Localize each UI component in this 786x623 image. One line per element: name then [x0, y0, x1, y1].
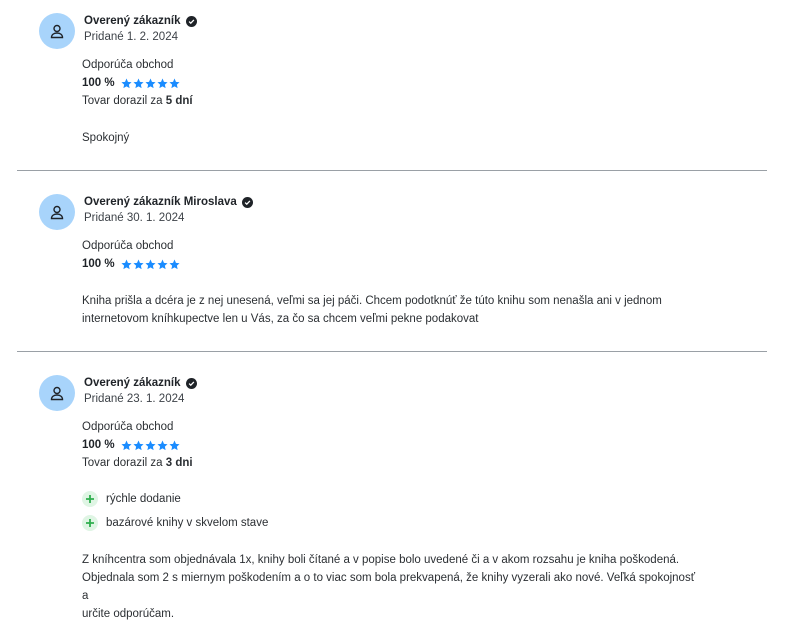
star-icon — [121, 78, 132, 88]
review-text: Z kníhcentra som objednávala 1x, knihy b… — [82, 551, 702, 623]
user-icon — [50, 386, 64, 401]
plus-icon — [82, 515, 98, 531]
star-icon — [157, 259, 168, 269]
recommend-percent: 100 % — [82, 258, 115, 270]
divider — [17, 351, 767, 352]
review-date: Pridané 23. 1. 2024 — [84, 393, 185, 405]
review-date: Pridané 30. 1. 2024 — [84, 212, 185, 224]
star-icon — [133, 78, 144, 88]
review-text: Kniha prišla a dcéra je z nej unesená, v… — [82, 292, 702, 328]
star-rating — [121, 440, 180, 451]
delivery-info: Tovar dorazil za 3 dni — [82, 457, 193, 469]
avatar — [39, 194, 75, 230]
recommend-label: Odporúča obchod — [82, 240, 174, 252]
review-text: Spokojný — [82, 132, 130, 144]
star-icon — [121, 259, 132, 269]
star-icon — [145, 259, 156, 269]
star-icon — [169, 440, 180, 450]
star-icon — [133, 440, 144, 450]
avatar — [39, 375, 75, 411]
verified-check-icon — [185, 15, 197, 27]
delivery-days: 5 dní — [165, 95, 193, 107]
star-icon — [121, 440, 132, 450]
pro-item: bazárové knihy v skvelom stave — [82, 515, 268, 531]
star-icon — [157, 78, 168, 88]
divider — [17, 170, 767, 171]
verified-check-icon — [241, 196, 253, 208]
reviewer-name: Overený zákazník — [84, 15, 181, 27]
star-icon — [145, 440, 156, 450]
star-rating — [121, 78, 180, 89]
recommend-label: Odporúča obchod — [82, 59, 174, 71]
delivery-prefix: Tovar dorazil za — [82, 457, 166, 469]
plus-icon — [82, 491, 98, 507]
review-text-line: Z kníhcentra som objednávala 1x, knihy b… — [82, 554, 680, 566]
star-icon — [157, 440, 168, 450]
star-icon — [133, 259, 144, 269]
recommend-label: Odporúča obchod — [82, 421, 174, 433]
star-icon — [169, 78, 180, 88]
review-text-line: určite odporúčam. — [82, 608, 175, 620]
avatar — [39, 13, 75, 49]
review-date: Pridané 1. 2. 2024 — [84, 31, 178, 43]
recommend-percent: 100 % — [82, 77, 115, 89]
delivery-info: Tovar dorazil za 5 dní — [82, 95, 193, 107]
delivery-days: 3 dni — [165, 457, 193, 469]
star-icon — [169, 259, 180, 269]
reviewer-name: Overený zákazník Miroslava — [84, 196, 237, 208]
pro-item: rýchle dodanie — [82, 491, 181, 507]
pro-label: rýchle dodanie — [106, 493, 181, 505]
user-icon — [50, 205, 64, 220]
star-icon — [145, 78, 156, 88]
user-icon — [50, 24, 64, 39]
review-text-line: internetovom kníhkupectve len u Vás, za … — [82, 313, 479, 325]
recommend-percent: 100 % — [82, 439, 115, 451]
review-text-line: Kniha prišla a dcéra je z nej unesená, v… — [82, 295, 662, 307]
verified-check-icon — [185, 377, 197, 389]
star-rating — [121, 259, 180, 270]
pro-label: bazárové knihy v skvelom stave — [106, 517, 269, 529]
reviewer-name: Overený zákazník — [84, 377, 181, 389]
delivery-prefix: Tovar dorazil za — [82, 95, 166, 107]
review-text-line: Objednala som 2 s miernym poškodením a o… — [82, 572, 696, 602]
